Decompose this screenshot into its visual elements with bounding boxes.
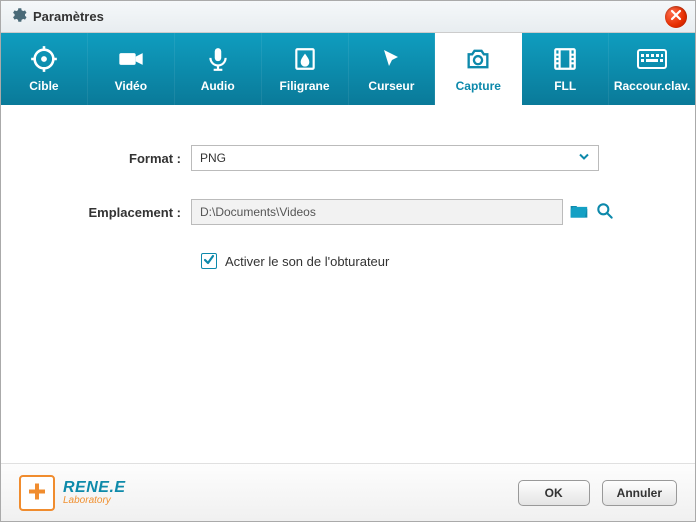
tab-label: Audio (201, 79, 235, 93)
tab-shortcuts[interactable]: Raccour.clav. (609, 33, 695, 105)
tab-label: Filigrane (280, 79, 330, 93)
tab-audio[interactable]: Audio (175, 33, 262, 105)
close-icon (670, 9, 682, 24)
chevron-down-icon (578, 151, 590, 166)
format-label: Format : (51, 151, 191, 166)
tab-fll[interactable]: FLL (522, 33, 609, 105)
location-input[interactable]: D:\Documents\Videos (191, 199, 563, 225)
tab-bar: Cible Vidéo Audio Filigrane Curseur Capt… (1, 33, 695, 105)
logo-icon (19, 475, 55, 511)
tab-watermark[interactable]: Filigrane (262, 33, 349, 105)
tab-label: Cible (29, 79, 58, 93)
window-title: Paramètres (33, 9, 104, 24)
gear-icon (9, 6, 27, 27)
browse-folder-button[interactable] (569, 202, 589, 223)
settings-window: Paramètres Cible Vidéo Audio Filigrane C… (0, 0, 696, 522)
ok-button[interactable]: OK (518, 480, 590, 506)
tab-capture[interactable]: Capture (435, 33, 522, 105)
close-button[interactable] (665, 6, 687, 28)
microphone-icon (205, 46, 231, 75)
location-row: Emplacement : D:\Documents\Videos (51, 199, 645, 225)
folder-icon (569, 209, 589, 223)
content-panel: Format : PNG Emplacement : D:\Documents\… (1, 105, 695, 463)
search-icon (595, 210, 615, 224)
footer: RENE.E Laboratory OK Annuler (1, 463, 695, 521)
tab-video[interactable]: Vidéo (88, 33, 175, 105)
tab-cursor[interactable]: Curseur (349, 33, 436, 105)
location-value: D:\Documents\Videos (200, 205, 316, 219)
location-label: Emplacement : (51, 205, 191, 220)
brand-name: RENE.E (63, 480, 126, 496)
video-icon (117, 45, 145, 76)
brand-logo: RENE.E Laboratory (19, 475, 126, 511)
tab-label: Vidéo (115, 79, 147, 93)
titlebar: Paramètres (1, 1, 695, 33)
cancel-button[interactable]: Annuler (602, 480, 677, 506)
keyboard-icon (637, 48, 667, 73)
format-row: Format : PNG (51, 145, 645, 171)
format-value: PNG (200, 151, 226, 165)
tab-label: Capture (456, 79, 501, 93)
format-select[interactable]: PNG (191, 145, 599, 171)
tab-label: Curseur (368, 79, 414, 93)
shutter-sound-label: Activer le son de l'obturateur (225, 254, 389, 269)
tab-label: Raccour.clav. (614, 79, 691, 93)
ok-label: OK (545, 486, 563, 500)
camera-icon (464, 45, 492, 76)
watermark-icon (292, 46, 318, 75)
tab-target[interactable]: Cible (1, 33, 88, 105)
cancel-label: Annuler (617, 486, 662, 500)
check-icon (203, 254, 215, 269)
search-location-button[interactable] (595, 201, 615, 224)
shutter-sound-checkbox[interactable] (201, 253, 217, 269)
brand-sub: Laboratory (63, 496, 126, 506)
target-icon (30, 45, 58, 76)
cursor-icon (379, 47, 403, 74)
tab-label: FLL (554, 79, 576, 93)
film-icon (552, 46, 578, 75)
shutter-sound-row: Activer le son de l'obturateur (201, 253, 645, 269)
